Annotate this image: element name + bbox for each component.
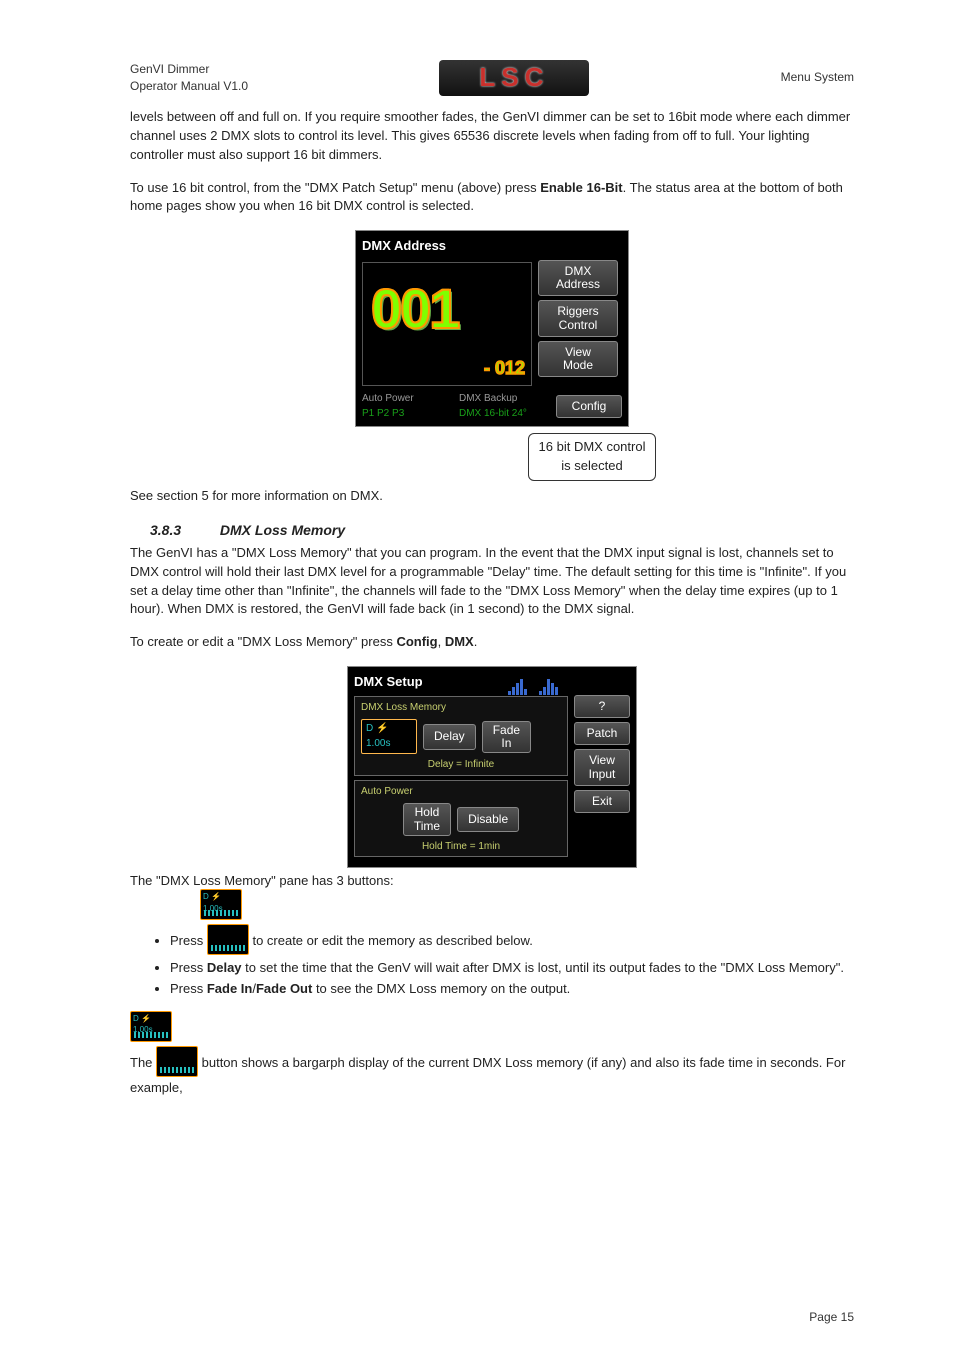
b3a: Press bbox=[170, 981, 207, 996]
section-title: DMX Loss Memory bbox=[220, 522, 345, 538]
inline-mini-icon-inline: D ⚡ 1.00s bbox=[156, 1046, 198, 1077]
bars-icon bbox=[508, 676, 568, 692]
dmx-display: 001 - 012 bbox=[362, 262, 532, 386]
p5d-bold: DMX bbox=[445, 634, 474, 649]
page-header: GenVI Dimmer Operator Manual V1.0 LSC Me… bbox=[130, 60, 854, 96]
btn-patch[interactable]: Patch bbox=[574, 722, 630, 745]
btn-disable[interactable]: Disable bbox=[457, 807, 519, 832]
b1b: to create or edit the memory as describe… bbox=[249, 933, 533, 948]
btn-config[interactable]: Config bbox=[556, 395, 622, 418]
shot1-title: DMX Address bbox=[362, 237, 622, 256]
p7b: button shows a bargarph display of the c… bbox=[130, 1055, 845, 1095]
section-number: 3.8.3 bbox=[150, 520, 216, 540]
status-auto-power-vals: P1 P2 P3 bbox=[362, 407, 459, 422]
paragraph-levels: levels between off and full on. If you r… bbox=[130, 108, 854, 165]
bullet-1: Press D ⚡ 1.00s to create or edit the me… bbox=[170, 926, 854, 957]
btn-exit[interactable]: Exit bbox=[574, 790, 630, 813]
screenshot-dmx-setup: DMX Setup DMX Loss Memory D ⚡ 1.00s Dela… bbox=[347, 666, 637, 868]
bullet-3: Press Fade In/Fade Out to see the DMX Lo… bbox=[170, 980, 854, 999]
b3d-bold: Fade Out bbox=[256, 981, 312, 996]
mini-memory-button[interactable]: D ⚡ 1.00s bbox=[361, 719, 417, 754]
btn-help[interactable]: ? bbox=[574, 695, 630, 718]
screenshot-dmx-address: DMX Address 001 - 012 DMX Address Rigger… bbox=[355, 230, 629, 427]
p5b-bold: Config bbox=[396, 634, 437, 649]
status-dmx-backup-vals: DMX 16-bit 24° bbox=[459, 407, 556, 422]
btn-riggers-control[interactable]: Riggers Control bbox=[538, 300, 618, 336]
section-heading: 3.8.3 DMX Loss Memory bbox=[130, 520, 854, 540]
p5a: To create or edit a "DMX Loss Memory" pr… bbox=[130, 634, 396, 649]
inline-mini-icon-bottom: D ⚡ 1.00s bbox=[130, 1011, 172, 1042]
b3b-bold: Fade In bbox=[207, 981, 253, 996]
btn-hold-time[interactable]: Hold Time bbox=[403, 803, 451, 835]
header-right: Menu System bbox=[781, 69, 854, 86]
btn-delay[interactable]: Delay bbox=[423, 724, 476, 749]
pane-auto-power: Auto Power Hold Time Disable Hold Time =… bbox=[354, 780, 568, 857]
b2b-bold: Delay bbox=[207, 960, 242, 975]
pane1-label: DMX Loss Memory bbox=[361, 701, 561, 716]
bullet-list: Press D ⚡ 1.00s to create or edit the me… bbox=[130, 926, 854, 999]
hold-caption: Hold Time = 1min bbox=[361, 840, 561, 855]
p2b-bold: Enable 16-Bit bbox=[540, 180, 622, 195]
btn-dmx-address[interactable]: DMX Address bbox=[538, 260, 618, 296]
inline-mini-icon-top: D ⚡ 1.00s bbox=[200, 889, 242, 920]
paragraph-dmx-loss-desc: The GenVI has a "DMX Loss Memory" that y… bbox=[130, 544, 854, 619]
inline-mini-icon-b1: D ⚡ 1.00s bbox=[207, 924, 249, 955]
status-auto-power-title: Auto Power bbox=[362, 392, 459, 407]
page-number: Page 15 bbox=[809, 1309, 854, 1326]
pane-dmx-loss: DMX Loss Memory D ⚡ 1.00s Delay Fade In … bbox=[354, 696, 568, 776]
p5c: , bbox=[438, 634, 445, 649]
p5e: . bbox=[474, 634, 478, 649]
dmx-big-number: 001 bbox=[363, 263, 531, 337]
paragraph-see-section5: See section 5 for more information on DM… bbox=[130, 487, 854, 506]
status-dmx-backup-title: DMX Backup bbox=[459, 392, 556, 407]
p2a: To use 16 bit control, from the "DMX Pat… bbox=[130, 180, 540, 195]
p7a: The bbox=[130, 1055, 156, 1070]
b2c: to set the time that the GenV will wait … bbox=[242, 960, 844, 975]
callout-16bit: 16 bit DMX control is selected bbox=[528, 433, 657, 481]
dmx-dash-number: - 012 bbox=[484, 355, 525, 381]
pane2-label: Auto Power bbox=[361, 785, 561, 800]
delay-caption: Delay = Infinite bbox=[361, 758, 561, 773]
paragraph-enable-16bit: To use 16 bit control, from the "DMX Pat… bbox=[130, 179, 854, 217]
paragraph-create-edit: To create or edit a "DMX Loss Memory" pr… bbox=[130, 633, 854, 652]
brand-logo: LSC bbox=[439, 60, 589, 96]
btn-fade-in[interactable]: Fade In bbox=[482, 721, 531, 753]
b2a: Press bbox=[170, 960, 207, 975]
header-left: GenVI Dimmer Operator Manual V1.0 bbox=[130, 61, 248, 96]
b1a: Press bbox=[170, 933, 207, 948]
bullet-2: Press Delay to set the time that the Gen… bbox=[170, 959, 854, 978]
btn-view-mode[interactable]: View Mode bbox=[538, 341, 618, 377]
paragraph-bargraph: The D ⚡ 1.00s button shows a bargarph di… bbox=[130, 1048, 854, 1098]
shot2-title: DMX Setup bbox=[354, 673, 423, 692]
btn-view-input[interactable]: View Input bbox=[574, 749, 630, 785]
b3e: to see the DMX Loss memory on the output… bbox=[312, 981, 570, 996]
logo-text: LSC bbox=[479, 59, 549, 97]
